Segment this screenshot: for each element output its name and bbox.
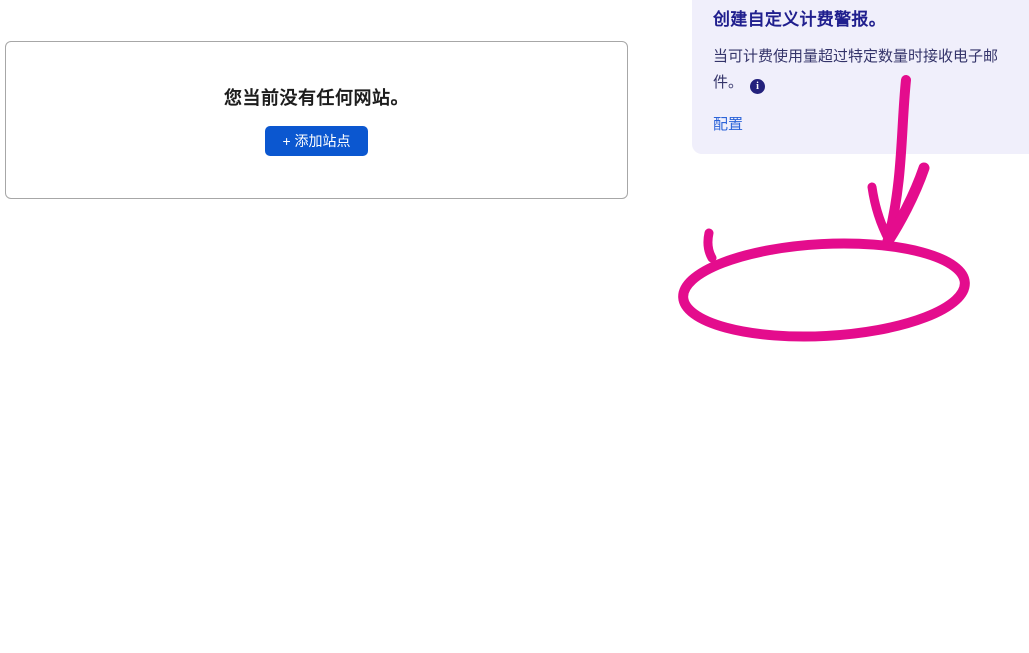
billing-panel-title: 创建自定义计费警报。 <box>713 5 1015 30</box>
right-sidebar: 创建自定义计费警报。 当可计费使用量超过特定数量时接收电子邮件。i 配置 网页 … <box>692 0 1029 154</box>
billing-alert-panel: 创建自定义计费警报。 当可计费使用量超过特定数量时接收电子邮件。i 配置 <box>692 0 1029 154</box>
empty-state-title: 您当前没有任何网站。 <box>224 84 409 110</box>
hand-drawn-circle <box>681 237 967 344</box>
configure-link[interactable]: 配置 <box>713 113 743 134</box>
empty-websites-card: 您当前没有任何网站。 + 添加站点 <box>5 41 628 199</box>
billing-panel-body: 当可计费使用量超过特定数量时接收电子邮件。i <box>713 44 1015 96</box>
hand-drawn-arrow-left-wing <box>872 187 889 240</box>
add-site-button[interactable]: + 添加站点 <box>265 126 367 156</box>
hand-drawn-arrow-right-wing <box>888 168 924 241</box>
hand-drawn-circle-tail <box>708 233 712 258</box>
info-icon[interactable]: i <box>750 79 765 94</box>
